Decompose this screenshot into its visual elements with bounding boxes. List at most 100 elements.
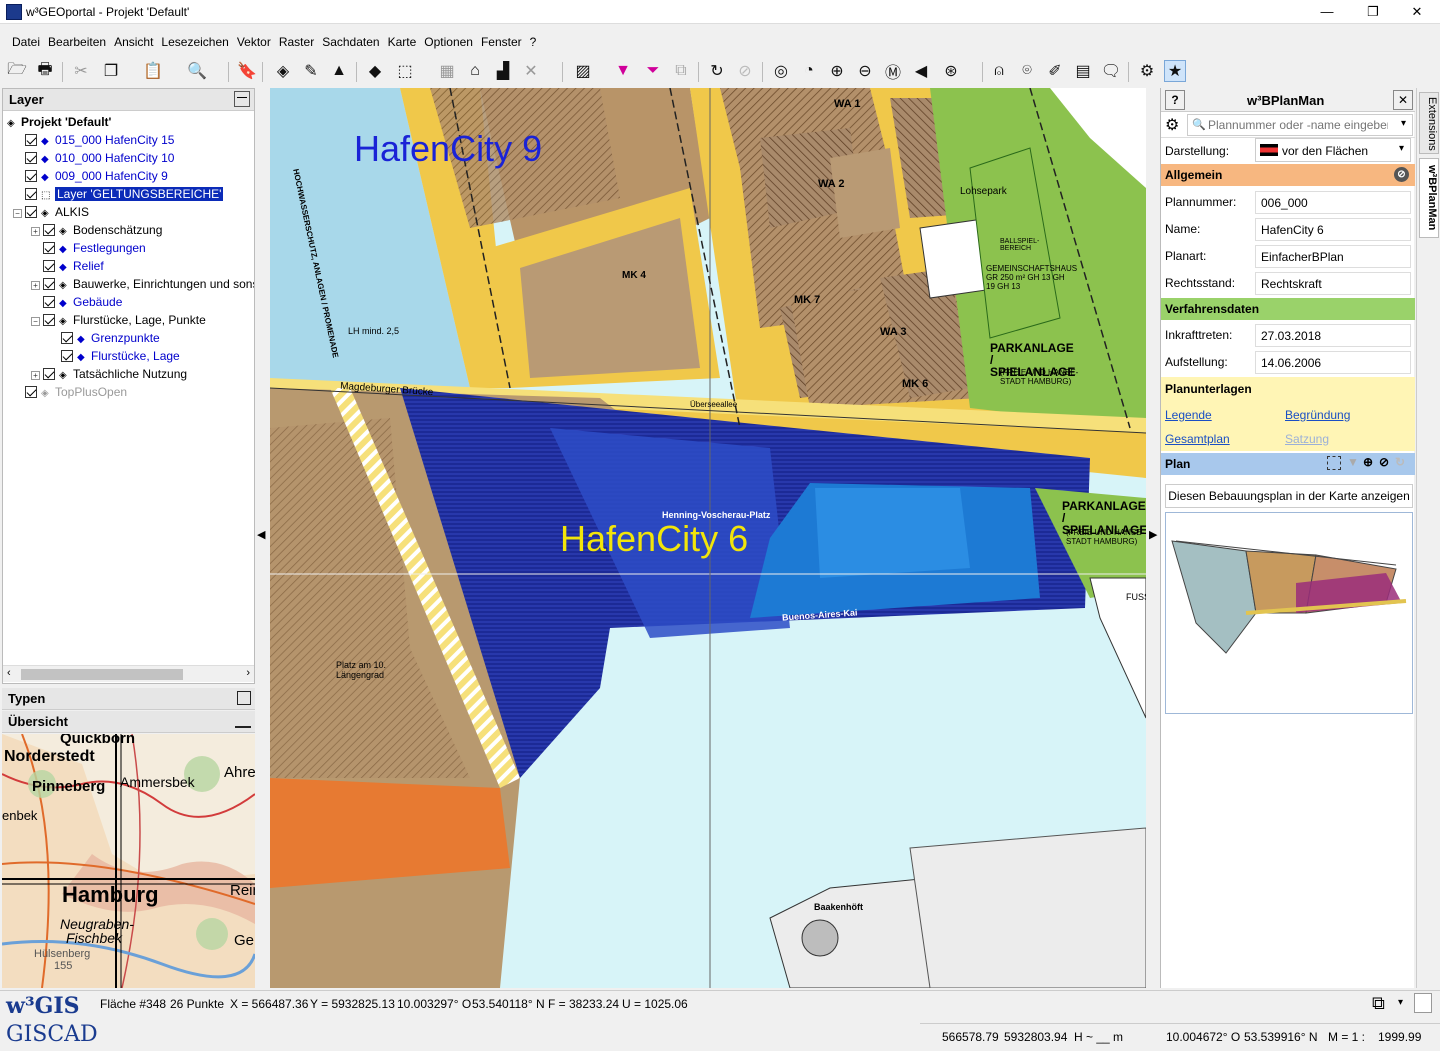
expand-toggle-icon[interactable]: − — [31, 317, 40, 326]
remove-icon[interactable]: ✕ — [520, 60, 542, 82]
settings-icon[interactable]: ⚙ — [1165, 115, 1179, 135]
draw-icon[interactable]: ✎ — [300, 60, 322, 82]
layer-checkbox[interactable] — [61, 350, 73, 362]
expand-toggle-icon[interactable]: − — [13, 209, 22, 218]
terrain-icon[interactable]: ▲ — [328, 60, 350, 82]
layer-tree-item[interactable]: ◈ TopPlusOpen — [13, 383, 127, 401]
paste-icon[interactable]: 📋 — [142, 60, 164, 82]
begruendung-link[interactable]: Begründung — [1285, 408, 1350, 422]
expand-toggle-icon[interactable]: + — [31, 281, 40, 290]
plannummer-field[interactable]: 006_000 — [1255, 191, 1411, 214]
overview-map[interactable]: Quickborn Norderstedt Pinneberg Ammersbe… — [2, 734, 255, 988]
layer-tree-item[interactable]: ◆ 009_000 HafenCity 9 — [13, 167, 168, 185]
map-canvas[interactable]: HafenCity 9 HafenCity 6 HOCHWASSERSCHUTZ… — [270, 88, 1146, 988]
menu-bearbeiten[interactable]: Bearbeiten — [44, 32, 110, 52]
menu-ansicht[interactable]: Ansicht — [110, 32, 157, 52]
collapse-right-icon[interactable]: ▶ — [1149, 528, 1157, 541]
layer-tree-item[interactable]: ◆ Gebäude — [31, 293, 122, 311]
maximize-button[interactable]: ❐ — [1350, 0, 1396, 24]
layer-checkbox[interactable] — [43, 296, 55, 308]
select-area-icon[interactable]: ⬚ — [394, 60, 416, 82]
bookmark-icon[interactable]: 🔖 — [236, 60, 258, 82]
layer-checkbox[interactable] — [25, 134, 37, 146]
menu-karte[interactable]: Karte — [384, 32, 421, 52]
select-icon[interactable]: ◆ — [364, 60, 386, 82]
chevron-down-icon[interactable]: ▾ — [1398, 997, 1403, 1008]
menu-help[interactable]: ? — [526, 32, 541, 52]
buildings-icon[interactable]: ▟ — [492, 60, 514, 82]
layer-checkbox[interactable] — [43, 368, 55, 380]
settings-icon[interactable]: ⚙ — [1136, 60, 1158, 82]
house-icon[interactable]: ⌂ — [464, 60, 486, 82]
folder-icon[interactable]: 🗁 — [6, 60, 28, 82]
scroll-thumb[interactable] — [21, 669, 183, 680]
layer-tree-item[interactable]: + ◈ Tatsächliche Nutzung — [31, 365, 187, 383]
zoom-frame-icon[interactable]: ◎ — [770, 60, 792, 82]
layer-checkbox[interactable] — [43, 242, 55, 254]
cancel-icon[interactable]: ⊘ — [1394, 167, 1409, 182]
layer-checkbox[interactable] — [43, 224, 55, 236]
person-icon[interactable]: ⍝ — [988, 60, 1010, 82]
star-icon[interactable]: ★ — [1164, 60, 1186, 82]
layer-tree-item[interactable]: ◆ Relief — [31, 257, 104, 275]
minimize-button[interactable]: — — [1304, 0, 1350, 24]
collapse-button[interactable]: — — [234, 91, 250, 107]
layer-checkbox[interactable] — [43, 314, 55, 326]
rechtsstand-field[interactable]: Rechtskraft — [1255, 272, 1411, 295]
refresh-icon[interactable]: ↻ — [1395, 455, 1405, 469]
print-icon[interactable]: 🖶 — [34, 60, 56, 82]
pan-left-icon[interactable]: ◀ — [910, 60, 932, 82]
expand-toggle-icon[interactable]: + — [31, 371, 40, 380]
planart-field[interactable]: EinfacherBPlan — [1255, 245, 1411, 268]
menu-raster[interactable]: Raster — [275, 32, 318, 52]
zoom-full-icon[interactable]: ⊛ — [940, 60, 962, 82]
inkrafttreten-field[interactable]: 27.03.2018 — [1255, 324, 1411, 347]
types-panel-header[interactable]: Typen — [2, 688, 255, 710]
layer-tree-item[interactable]: ◆ Flurstücke, Lage — [49, 347, 180, 365]
help-button[interactable]: ? — [1165, 90, 1185, 110]
add-icon[interactable]: ⊕ — [1363, 455, 1373, 469]
layer-tree-item[interactable]: − ◈ ALKIS — [13, 203, 89, 221]
aufstellung-field[interactable]: 14.06.2006 — [1255, 351, 1411, 374]
grid-icon[interactable]: ▦ — [436, 60, 458, 82]
menu-lesezeichen[interactable]: Lesezeichen — [157, 32, 232, 52]
select-frame-icon[interactable] — [1327, 456, 1341, 470]
search-input[interactable] — [1208, 117, 1388, 133]
layer-tree-item[interactable]: ⬚ Layer 'GELTUNGSBEREICHE' — [13, 185, 224, 203]
zoom-in-icon[interactable]: ⊕ — [826, 60, 848, 82]
close-button[interactable]: ✕ — [1394, 0, 1440, 24]
horizontal-scrollbar[interactable]: ‹ › — [3, 665, 254, 682]
layer-tree-item[interactable]: ◈ Projekt 'Default' — [7, 113, 111, 131]
collapse-left-icon[interactable]: ◀ — [257, 528, 265, 541]
menu-sachdaten[interactable]: Sachdaten — [318, 32, 383, 52]
layer-tree-item[interactable]: − ◈ Flurstücke, Lage, Punkte — [31, 311, 206, 329]
layers-icon[interactable]: ◈ — [272, 60, 294, 82]
cancel-icon[interactable]: ⊘ — [1379, 455, 1389, 469]
copy-icon[interactable]: ⧉ — [1372, 993, 1385, 1014]
panel-close-button[interactable]: ✕ — [1393, 90, 1413, 110]
zoom-out-icon[interactable]: ⊖ — [854, 60, 876, 82]
plan-preview[interactable] — [1165, 512, 1413, 714]
search-field[interactable]: 🔍 ▾ — [1187, 114, 1413, 136]
layer-checkbox[interactable] — [25, 152, 37, 164]
minimize-panel-icon[interactable] — [235, 714, 251, 728]
stack-icon[interactable]: ⧉ — [670, 60, 692, 82]
layer-checkbox[interactable] — [25, 206, 37, 218]
layer-checkbox[interactable] — [43, 278, 55, 290]
menu-optionen[interactable]: Optionen — [420, 32, 477, 52]
document-icon[interactable] — [1414, 993, 1432, 1013]
menu-fenster[interactable]: Fenster — [477, 32, 526, 52]
layer-tree-item[interactable]: + ◈ Bodenschätzung — [31, 221, 162, 239]
zoom-prev-icon[interactable]: ◔ — [798, 60, 820, 82]
layer-checkbox[interactable] — [25, 188, 37, 200]
menu-datei[interactable]: Datei — [8, 32, 44, 52]
target-icon[interactable]: ⌾ — [1016, 60, 1038, 82]
scroll-right-icon[interactable]: › — [246, 667, 250, 679]
layer-tree-item[interactable]: ◆ Grenzpunkte — [49, 329, 160, 347]
scroll-left-icon[interactable]: ‹ — [7, 667, 11, 679]
layer-checkbox[interactable] — [43, 260, 55, 272]
gesamtplan-link[interactable]: Gesamtplan — [1165, 432, 1230, 446]
menu-vektor[interactable]: Vektor — [233, 32, 275, 52]
scale-value[interactable]: 1999.99 — [1378, 1030, 1421, 1044]
tab-bplanman[interactable]: w³BPlanMan — [1419, 158, 1439, 238]
